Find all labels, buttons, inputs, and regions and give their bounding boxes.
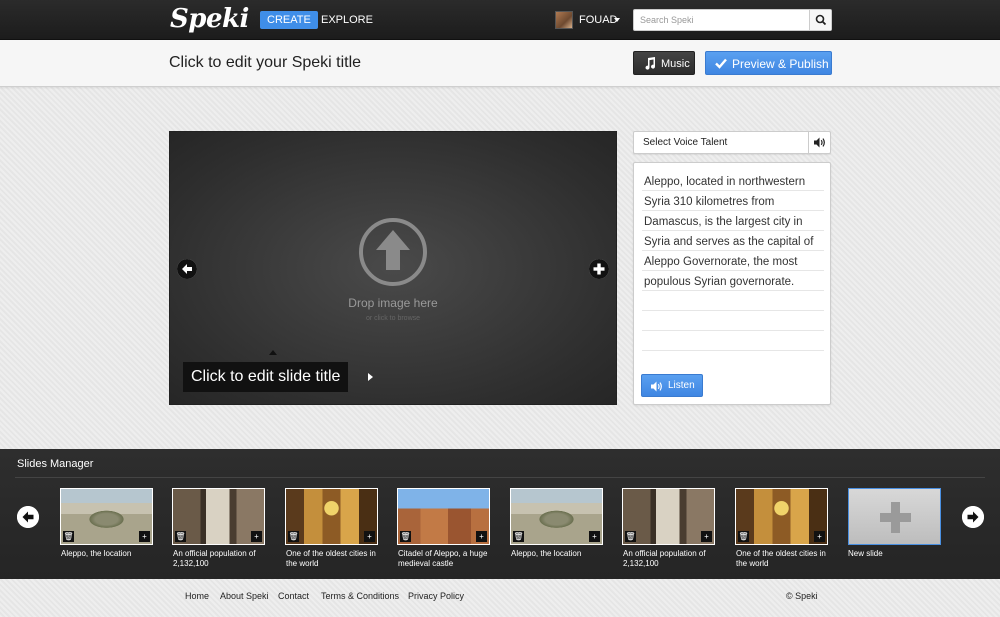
search-icon <box>815 14 827 26</box>
new-slide-caption: New slide <box>848 549 883 558</box>
scroll-right-button[interactable] <box>962 506 984 528</box>
listen-button[interactable]: Listen <box>641 374 703 397</box>
footer-link-terms[interactable]: Terms & Conditions <box>321 591 399 601</box>
nav-explore[interactable]: EXPLORE <box>321 11 373 29</box>
plus-icon[interactable]: + <box>701 531 712 542</box>
slide-thumbnail[interactable]: 🗑 + <box>735 488 828 545</box>
slide-title[interactable]: Click to edit slide title <box>183 362 349 392</box>
copyright: © Speki <box>786 591 818 601</box>
search-button[interactable] <box>809 10 831 30</box>
arrow-left-icon <box>177 259 197 279</box>
slide-canvas[interactable]: Drop image here or click to browse Click… <box>169 131 617 405</box>
nav-create[interactable]: CREATE <box>260 11 318 29</box>
voice-talent-label: Select Voice Talent <box>643 137 728 148</box>
plus-icon <box>589 259 609 279</box>
footer-link-home[interactable]: Home <box>185 591 209 601</box>
slide-caption: An official population of 2,132,100 <box>173 549 256 568</box>
user-menu[interactable]: FOUAD <box>579 11 618 29</box>
caret-down-icon[interactable] <box>614 18 620 22</box>
plus-icon[interactable]: + <box>251 531 262 542</box>
footer-link-contact[interactable]: Contact <box>278 591 309 601</box>
search-box <box>633 9 832 31</box>
browse-link[interactable]: or click to browse <box>170 315 616 322</box>
avatar[interactable] <box>555 11 573 29</box>
slides-manager-title: Slides Manager <box>17 458 94 470</box>
voice-talent-select[interactable]: Select Voice Talent <box>633 131 831 154</box>
voice-preview-button[interactable] <box>808 132 830 153</box>
plus-icon[interactable]: + <box>589 531 600 542</box>
add-slide-after-button[interactable] <box>589 259 609 279</box>
slide-caption: Citadel of Aleppo, a huge medieval castl… <box>398 549 488 568</box>
music-label: Music <box>661 58 690 70</box>
slide-caption: Aleppo, the location <box>511 549 582 558</box>
trash-icon[interactable]: 🗑 <box>175 531 186 542</box>
drop-image-text: Drop image here <box>348 296 438 310</box>
plus-icon[interactable]: + <box>364 531 375 542</box>
voice-script-text[interactable]: Aleppo, located in northwestern Syria 31… <box>644 172 826 292</box>
trash-icon[interactable]: 🗑 <box>63 531 74 542</box>
trash-icon[interactable]: 🗑 <box>738 531 749 542</box>
slide-caption: One of the oldest cities in the world <box>736 549 826 568</box>
preview-publish-button[interactable]: Preview & Publish <box>705 51 832 75</box>
publish-label: Preview & Publish <box>732 57 829 71</box>
footer-link-about[interactable]: About Speki <box>220 591 269 601</box>
trash-icon[interactable]: 🗑 <box>400 531 411 542</box>
plus-icon[interactable]: + <box>814 531 825 542</box>
slide-thumbnail[interactable]: 🗑 + <box>60 488 153 545</box>
slide-thumbnail[interactable]: 🗑 + <box>285 488 378 545</box>
new-slide-button[interactable] <box>848 488 941 545</box>
plus-icon[interactable]: + <box>476 531 487 542</box>
music-note-icon <box>645 57 656 70</box>
slides-manager: Slides Manager 🗑 + Aleppo, the location … <box>0 449 1000 579</box>
speki-logo[interactable]: Speki <box>170 4 249 34</box>
trash-icon[interactable]: 🗑 <box>288 531 299 542</box>
caret-right-icon[interactable] <box>368 373 373 381</box>
music-button[interactable]: Music <box>633 51 695 75</box>
arrow-left-icon <box>17 506 39 528</box>
listen-label: Listen <box>668 380 695 391</box>
caret-up-icon[interactable] <box>269 350 277 355</box>
slide-caption: An official population of 2,132,100 <box>623 549 706 568</box>
divider <box>15 477 985 478</box>
check-icon <box>715 58 727 69</box>
slide-thumbnail[interactable]: 🗑 + <box>622 488 715 545</box>
plus-icon <box>880 502 911 533</box>
speaker-icon <box>814 137 825 148</box>
arrow-right-icon <box>962 506 984 528</box>
previous-slide-button[interactable] <box>177 259 197 279</box>
top-navbar: Speki CREATE EXPLORE FOUAD <box>0 0 1000 40</box>
speki-title[interactable]: Click to edit your Speki title <box>169 54 361 72</box>
slide-caption: One of the oldest cities in the world <box>286 549 376 568</box>
slide-thumbnail[interactable]: 🗑 + <box>397 488 490 545</box>
footer-link-privacy[interactable]: Privacy Policy <box>408 591 464 601</box>
slide-caption: Aleppo, the location <box>61 549 132 558</box>
trash-icon[interactable]: 🗑 <box>625 531 636 542</box>
upload-arrow-icon[interactable] <box>357 216 429 288</box>
scroll-left-button[interactable] <box>17 506 39 528</box>
voice-script-panel: Aleppo, located in northwestern Syria 31… <box>633 162 831 405</box>
footer: Home About Speki Contact Terms & Conditi… <box>0 579 1000 617</box>
title-bar: Click to edit your Speki title Music Pre… <box>0 40 1000 87</box>
trash-icon[interactable]: 🗑 <box>513 531 524 542</box>
slide-thumbnail[interactable]: 🗑 + <box>510 488 603 545</box>
slide-thumbnail[interactable]: 🗑 + <box>172 488 265 545</box>
search-input[interactable] <box>634 10 810 30</box>
speaker-icon <box>651 381 662 392</box>
plus-icon[interactable]: + <box>139 531 150 542</box>
